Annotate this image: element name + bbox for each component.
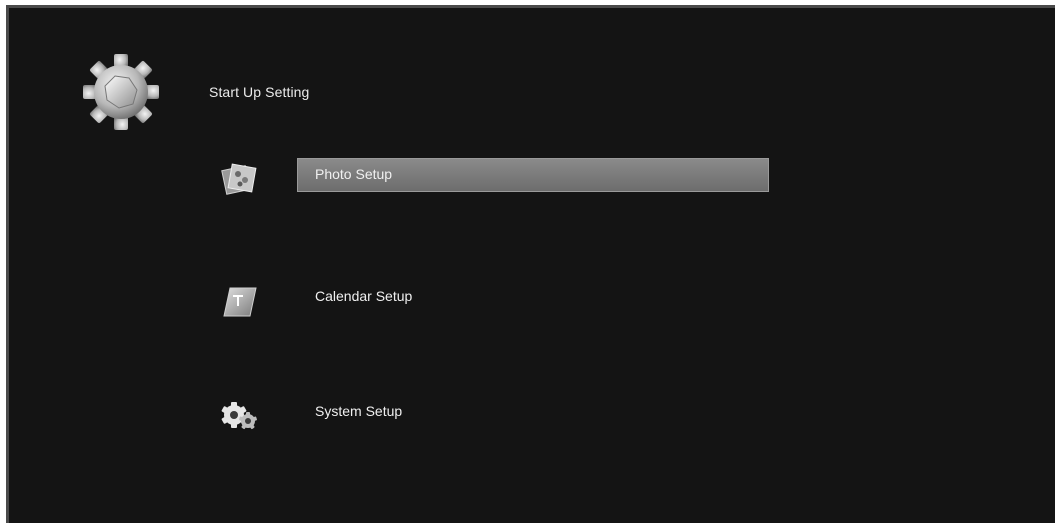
settings-screen: Start Up Setting Photo Setup Calendar Se… [6, 5, 1055, 523]
gears-icon [221, 402, 257, 430]
menu-item-label: Calendar Setup [315, 288, 413, 304]
page-title: Start Up Setting [209, 84, 310, 100]
menu-item-calendar-setup[interactable]: Calendar Setup [209, 278, 779, 322]
photos-icon [221, 163, 257, 195]
menu-item-label: Photo Setup [315, 166, 393, 182]
menu-item-system-setup[interactable]: System Setup [209, 393, 779, 437]
gear-icon [83, 54, 159, 130]
menu-item-photo-setup[interactable]: Photo Setup [209, 156, 779, 200]
calendar-icon [223, 287, 257, 317]
menu-item-label: System Setup [315, 403, 403, 419]
